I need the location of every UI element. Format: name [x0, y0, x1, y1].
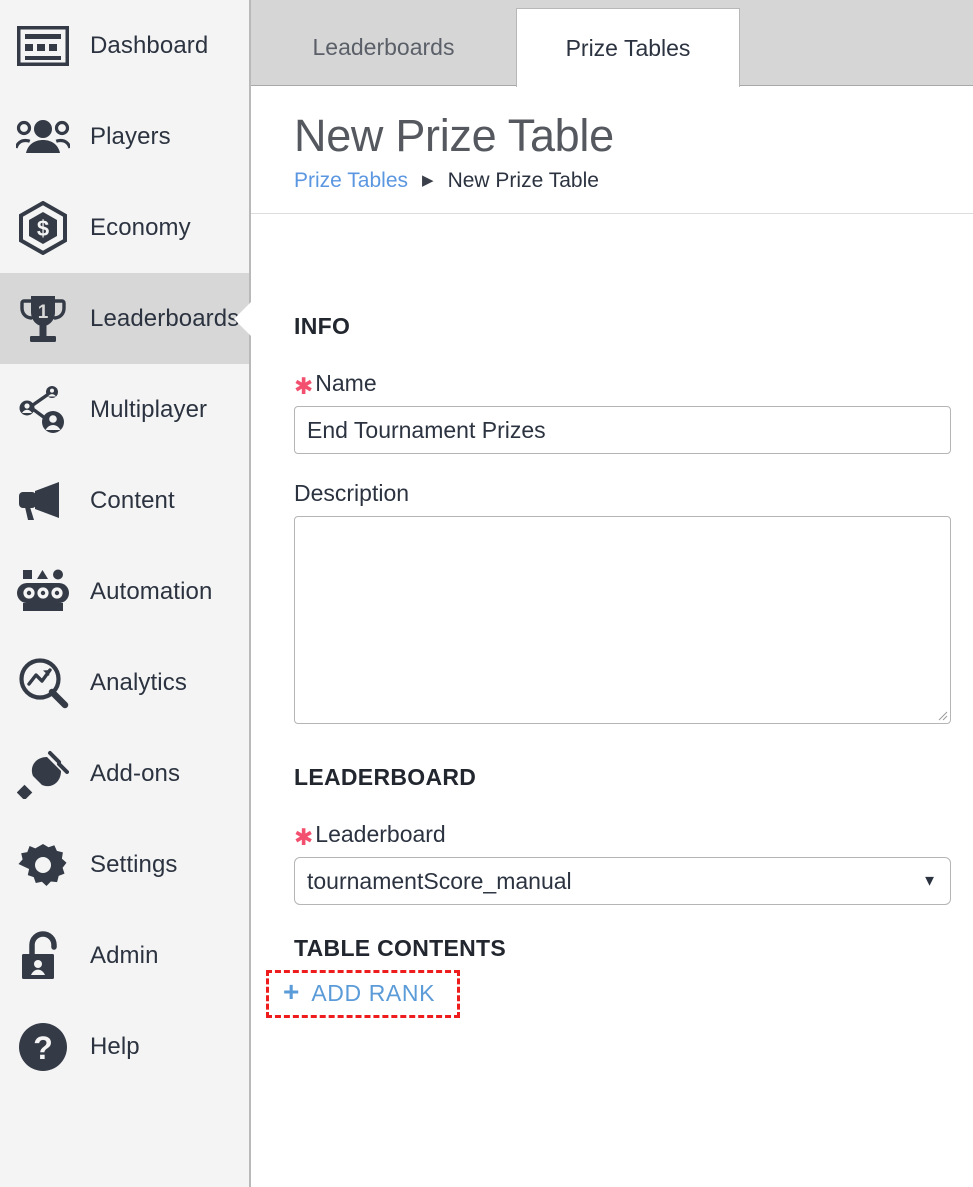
plus-icon: +: [283, 976, 300, 1007]
tab-bar: Leaderboards Prize Tables: [251, 0, 973, 87]
name-field-group: ✱ Name: [294, 370, 951, 454]
sidebar-item-label: Players: [90, 122, 171, 150]
sidebar-item-add-ons[interactable]: Add-ons: [0, 728, 249, 819]
description-label: Description: [294, 480, 950, 507]
prize-table-form: INFO ✱ Name Description: [251, 271, 973, 1018]
leaderboard-field-group: ✱ Leaderboard tournamentScore_manual ▼: [294, 821, 951, 905]
svg-text:?: ?: [33, 1030, 53, 1066]
sidebar-item-label: Automation: [90, 577, 213, 605]
leaderboard-label-text: Leaderboard: [315, 821, 446, 847]
plug-icon: [14, 745, 72, 803]
svg-text:$: $: [37, 216, 49, 241]
add-rank-annotation-box: + ADD RANK: [266, 970, 461, 1018]
sidebar-item-label: Leaderboards: [90, 304, 240, 332]
sidebar-item-help[interactable]: ? Help: [0, 1001, 249, 1092]
description-field-group: Description: [294, 480, 951, 724]
sidebar-item-dashboard[interactable]: Dashboard: [0, 0, 249, 91]
section-heading-info: INFO: [294, 313, 351, 339]
sidebar-item-analytics[interactable]: Analytics: [0, 637, 249, 728]
tab-label: Prize Tables: [565, 34, 691, 61]
required-asterisk-icon: ✱: [294, 824, 314, 850]
name-input[interactable]: [294, 406, 951, 454]
players-icon: [14, 108, 72, 166]
megaphone-icon: [14, 472, 72, 530]
page-title: New Prize Table: [294, 110, 614, 161]
app-root: Dashboard Players $ Economy 1 Leaderboar…: [0, 0, 973, 1187]
tab-label: Leaderboards: [312, 33, 455, 60]
trophy-icon: 1: [14, 290, 72, 348]
table-contents-section: TABLE CONTENTS + ADD RANK: [266, 935, 950, 1018]
automation-icon: [14, 563, 72, 621]
leaderboard-select-value: tournamentScore_manual: [307, 867, 572, 894]
sidebar-item-label: Admin: [90, 941, 159, 969]
dashboard-icon: [14, 17, 72, 75]
tab-leaderboards[interactable]: Leaderboards: [251, 8, 516, 86]
sidebar-item-label: Economy: [90, 213, 191, 241]
breadcrumb-link-prize-tables[interactable]: Prize Tables: [294, 169, 408, 193]
required-asterisk-icon: ✱: [294, 373, 314, 399]
sidebar-item-label: Multiplayer: [90, 395, 208, 423]
svg-text:1: 1: [38, 302, 49, 323]
sidebar-item-label: Help: [90, 1032, 140, 1060]
sidebar-item-label: Settings: [90, 850, 178, 878]
leaderboard-label: ✱ Leaderboard: [294, 821, 950, 850]
section-heading-leaderboard: LEADERBOARD: [294, 764, 477, 790]
sidebar-item-label: Content: [90, 486, 175, 514]
name-label: ✱ Name: [294, 370, 950, 399]
sidebar-item-leaderboards[interactable]: 1 Leaderboards: [0, 273, 251, 364]
sidebar-item-label: Dashboard: [90, 31, 209, 59]
add-rank-label: ADD RANK: [311, 979, 436, 1006]
gear-icon: [14, 836, 72, 894]
sidebar-item-automation[interactable]: Automation: [0, 546, 249, 637]
lock-icon: [14, 927, 72, 985]
active-indicator-notch: [234, 301, 251, 336]
economy-icon: $: [14, 199, 72, 257]
sidebar-item-settings[interactable]: Settings: [0, 819, 249, 910]
question-icon: ?: [14, 1018, 72, 1076]
breadcrumb-separator-icon: ▶: [422, 172, 434, 190]
sidebar-item-label: Analytics: [90, 668, 187, 696]
section-heading-table-contents: TABLE CONTENTS: [294, 935, 507, 961]
description-textarea[interactable]: [294, 516, 951, 724]
sidebar-item-content[interactable]: Content: [0, 455, 249, 546]
page-header: New Prize Table Prize Tables ▶ New Prize…: [251, 86, 973, 214]
tab-prize-tables[interactable]: Prize Tables: [516, 8, 740, 87]
leaderboard-select-wrap: tournamentScore_manual ▼: [294, 857, 951, 905]
breadcrumb-current: New Prize Table: [447, 168, 599, 192]
sidebar-item-label: Add-ons: [90, 759, 181, 787]
leaderboard-select[interactable]: tournamentScore_manual: [294, 857, 951, 905]
name-label-text: Name: [315, 370, 377, 396]
description-label-text: Description: [294, 480, 410, 506]
main-content: Leaderboards Prize Tables New Prize Tabl…: [251, 0, 973, 1187]
sidebar-item-multiplayer[interactable]: Multiplayer: [0, 364, 249, 455]
description-textarea-wrap: [294, 516, 951, 724]
sidebar: Dashboard Players $ Economy 1 Leaderboar…: [0, 0, 251, 1187]
multiplayer-icon: [14, 381, 72, 439]
sidebar-item-admin[interactable]: Admin: [0, 910, 249, 1001]
sidebar-item-players[interactable]: Players: [0, 91, 249, 182]
add-rank-button[interactable]: + ADD RANK: [283, 976, 436, 1007]
analytics-icon: [14, 654, 72, 712]
breadcrumb: Prize Tables ▶ New Prize Table: [294, 169, 973, 193]
sidebar-item-economy[interactable]: $ Economy: [0, 182, 249, 273]
